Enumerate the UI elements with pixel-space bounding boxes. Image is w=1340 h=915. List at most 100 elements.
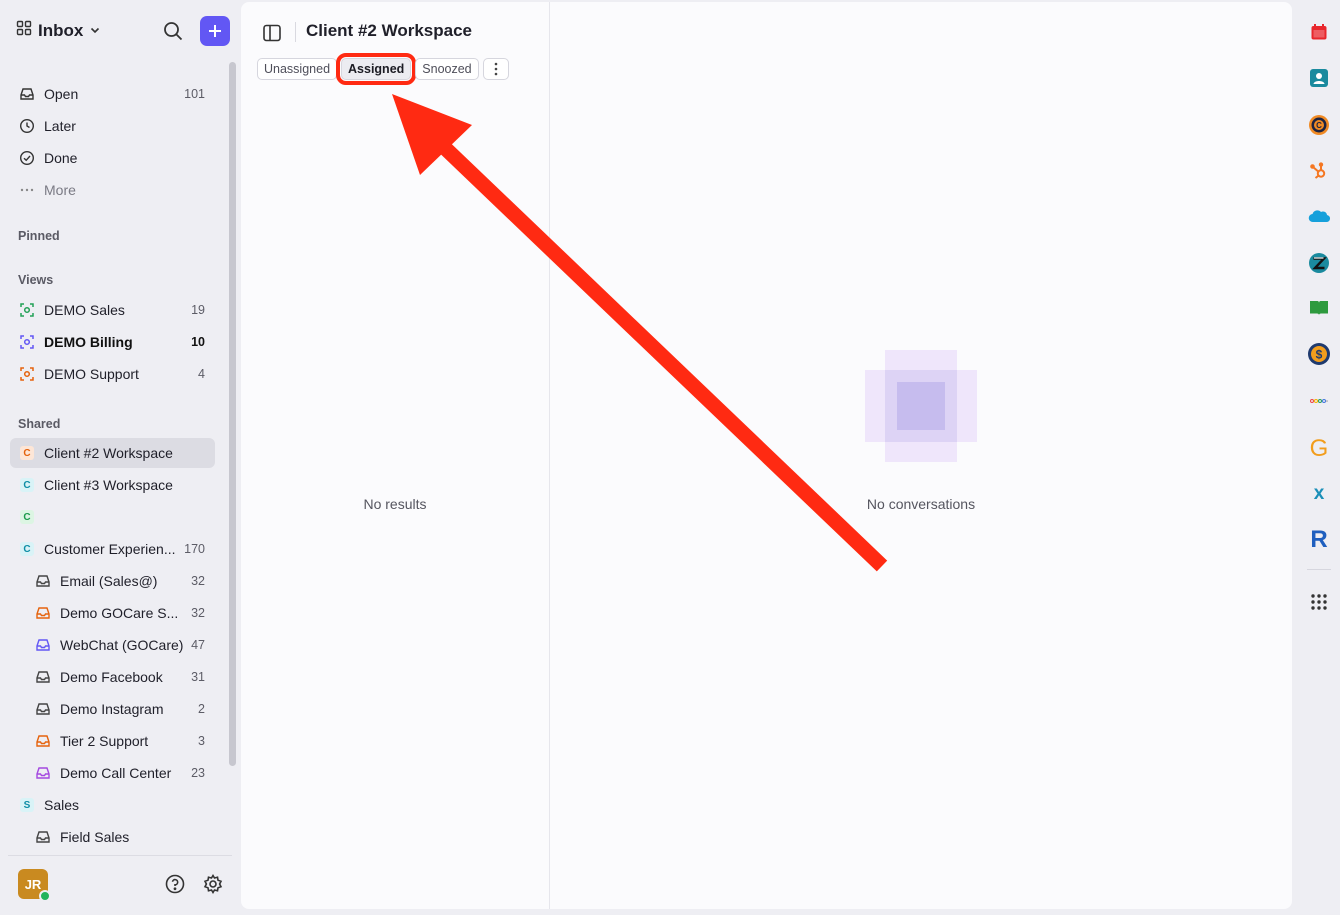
workspace-badge: C [20,542,34,556]
g-icon[interactable]: G [1307,435,1331,459]
shared-label: Client #2 Workspace [44,445,173,461]
inbox-label: Demo GOCare S... [60,605,179,621]
search-icon[interactable] [162,20,184,42]
hubspot-icon[interactable] [1307,159,1331,183]
inbox-item[interactable]: WebChat (GOCare) 47 [10,630,215,660]
view-label: DEMO Billing [44,334,133,350]
compose-button[interactable] [200,16,230,46]
inbox-label: Demo Instagram [60,701,164,717]
empty-detail-message: No conversations [866,496,976,512]
inbox-tray-icon [34,636,52,654]
x-icon[interactable]: x [1307,480,1331,504]
inbox-count: 2 [198,702,205,716]
inbox-tray-icon [34,828,52,846]
monday-icon[interactable] [1307,389,1331,413]
contacts-icon[interactable] [1307,66,1331,90]
shared-item[interactable]: S Sales [10,790,215,820]
sidebar-scrollbar[interactable] [229,62,236,766]
zendesk-icon[interactable] [1307,251,1331,275]
inbox-item[interactable]: Demo Facebook 31 [10,662,215,692]
nav-item-open[interactable]: Open 101 [10,79,215,109]
svg-text:C: C [1316,121,1322,130]
sidebar-list: Open 101 Later Done More Pinned Views DE… [0,62,232,855]
nav-label: Open [44,86,79,102]
view-count: 4 [198,367,205,381]
workspace-badge: C [20,478,34,492]
view-label: DEMO Support [44,366,139,382]
kebab-icon [494,62,497,76]
nav-item-done[interactable]: Done [10,143,215,173]
inbox-item[interactable]: Demo Call Center 23 [10,758,215,788]
inbox-label: Demo Call Center [60,765,172,781]
view-item[interactable]: DEMO Billing 10 [10,327,215,357]
tab-unassigned[interactable]: Unassigned [257,58,338,80]
shared-item[interactable]: C [10,502,215,532]
shared-label: Client #3 Workspace [44,477,173,493]
shared-item[interactable]: C Client #3 Workspace [10,470,215,500]
page-title: Client #2 Workspace [306,21,472,40]
inbox-item[interactable]: Demo GOCare S... 32 [10,598,215,628]
inbox-count: 3 [198,734,205,748]
inbox-item[interactable]: Tier 2 Support 3 [10,726,215,756]
empty-list-message: No results [363,496,427,512]
sidebar: Inbox Open 101 Later Done More Pinned Vi… [0,0,240,915]
inbox-label: Field Sales [60,829,130,845]
inbox-tray-icon [34,668,52,686]
svg-text:$: $ [1316,348,1323,362]
shared-label: Sales [44,797,80,813]
shared-label: Customer Experien... [44,541,176,557]
billing-icon[interactable]: $ [1307,342,1331,366]
book-icon[interactable] [1307,296,1331,320]
shared-count: 170 [184,542,205,556]
sidebar-toggle-icon[interactable] [261,22,283,44]
empty-state-illustration [865,350,977,462]
view-count: 10 [191,335,205,349]
avatar[interactable]: JR [18,869,51,902]
more-options-button[interactable] [482,58,509,80]
inbox-item[interactable]: Email (Sales@) 32 [10,566,215,596]
shared-item[interactable]: C Customer Experien... 170 [10,534,215,564]
online-status-dot [39,890,51,902]
salesforce-icon[interactable] [1307,204,1331,228]
svg-text:G: G [1310,435,1329,459]
help-icon[interactable] [164,873,186,895]
r-icon[interactable]: R [1307,526,1331,550]
workspace-badge: S [20,798,34,812]
status-tabs: Unassigned Assigned Snoozed [257,53,509,85]
integrations-rail: C $ G x R [1296,0,1340,915]
avatar-initials: JR [24,876,42,892]
inbox-count: 23 [191,766,205,780]
inbox-label: Inbox [38,20,84,40]
inbox-tray-icon [34,604,52,622]
inbox-count: 47 [191,638,205,652]
nav-item-more[interactable]: More [10,175,215,205]
shared-item[interactable]: C Client #2 Workspace [10,438,215,468]
conversation-detail-pane: No conversations [550,2,1292,909]
inbox-count: 32 [191,606,205,620]
divider [8,855,232,856]
tab-snoozed[interactable]: Snoozed [415,58,479,80]
inbox-tray-icon [34,764,52,782]
view-item[interactable]: DEMO Support 4 [10,359,215,389]
clock-icon [18,117,36,135]
apps-grid-icon[interactable] [1307,590,1331,614]
inbox-label: Email (Sales@) [60,573,158,589]
inbox-switcher[interactable]: Inbox [16,20,101,41]
plus-icon [209,25,221,37]
inbox-item[interactable]: Field Sales [10,822,215,852]
inbox-label: WebChat (GOCare) [60,637,184,653]
title-separator [295,22,296,42]
gear-icon[interactable] [202,873,224,895]
svg-text:R: R [1310,526,1327,550]
calendar-icon[interactable] [1307,20,1331,44]
nav-count: 101 [184,87,205,101]
view-item[interactable]: DEMO Sales 19 [10,295,215,325]
ellipsis-icon [18,181,36,199]
workspace-badge: C [20,446,34,460]
inbox-item[interactable]: Demo Instagram 2 [10,694,215,724]
nav-label: Later [44,118,76,134]
copper-icon[interactable]: C [1307,113,1331,137]
nav-item-later[interactable]: Later [10,111,215,141]
tab-assigned[interactable]: Assigned [335,53,417,85]
workspace-badge: C [20,510,34,524]
